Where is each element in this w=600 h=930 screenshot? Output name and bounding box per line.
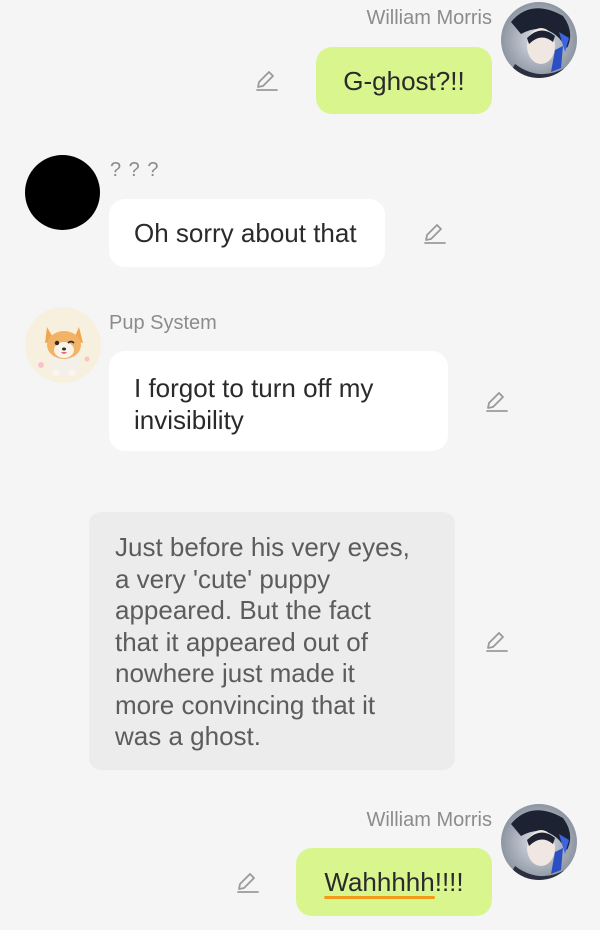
chat-screen: William Morris G-ghost?!! ? ? ? Oh sorry…: [0, 0, 600, 930]
narration-bubble[interactable]: Just before his very eyes, a very 'cute'…: [89, 512, 455, 770]
avatar-william-morris[interactable]: [501, 2, 577, 78]
message-text: G-ghost?!!: [343, 65, 465, 96]
message-bubble-incoming[interactable]: I forgot to turn off my invisibility: [109, 351, 448, 451]
message-bubble-outgoing[interactable]: Wahhhhh!!!!: [296, 848, 492, 916]
avatar-unknown[interactable]: [25, 155, 100, 230]
message-bubble-outgoing[interactable]: G-ghost?!!: [316, 47, 492, 114]
edit-message-button[interactable]: [233, 868, 261, 896]
avatar-image: [501, 2, 577, 78]
edit-message-button[interactable]: [482, 627, 510, 655]
message-text: I forgot to turn off my invisibility: [134, 373, 374, 435]
pencil-edit-icon: [486, 392, 508, 412]
sender-name: Pup System: [109, 312, 217, 334]
message-bubble-incoming[interactable]: Oh sorry about that: [109, 199, 385, 267]
pencil-edit-icon: [237, 873, 259, 893]
edit-message-button[interactable]: [252, 66, 280, 94]
message-text-tail: !!!!: [434, 867, 464, 897]
message-text: Oh sorry about that: [134, 218, 357, 248]
narration-text: Just before his very eyes, a very 'cute'…: [115, 532, 410, 751]
avatar-william-morris[interactable]: [501, 804, 577, 880]
edit-message-button[interactable]: [420, 219, 448, 247]
pencil-edit-icon: [256, 71, 278, 91]
pencil-edit-icon: [424, 224, 446, 244]
message-text: Wahhhhh!!!!: [324, 866, 463, 898]
sender-name: ? ? ?: [110, 159, 160, 181]
corgi-avatar-image: [25, 307, 101, 383]
avatar-image: [501, 804, 577, 880]
avatar-pup-system[interactable]: [25, 307, 101, 383]
sender-name: William Morris: [366, 7, 492, 29]
pencil-edit-icon: [486, 632, 508, 652]
spellcheck-word[interactable]: Wahhhhh: [324, 867, 434, 897]
edit-message-button[interactable]: [482, 387, 510, 415]
sender-name: William Morris: [366, 809, 492, 831]
